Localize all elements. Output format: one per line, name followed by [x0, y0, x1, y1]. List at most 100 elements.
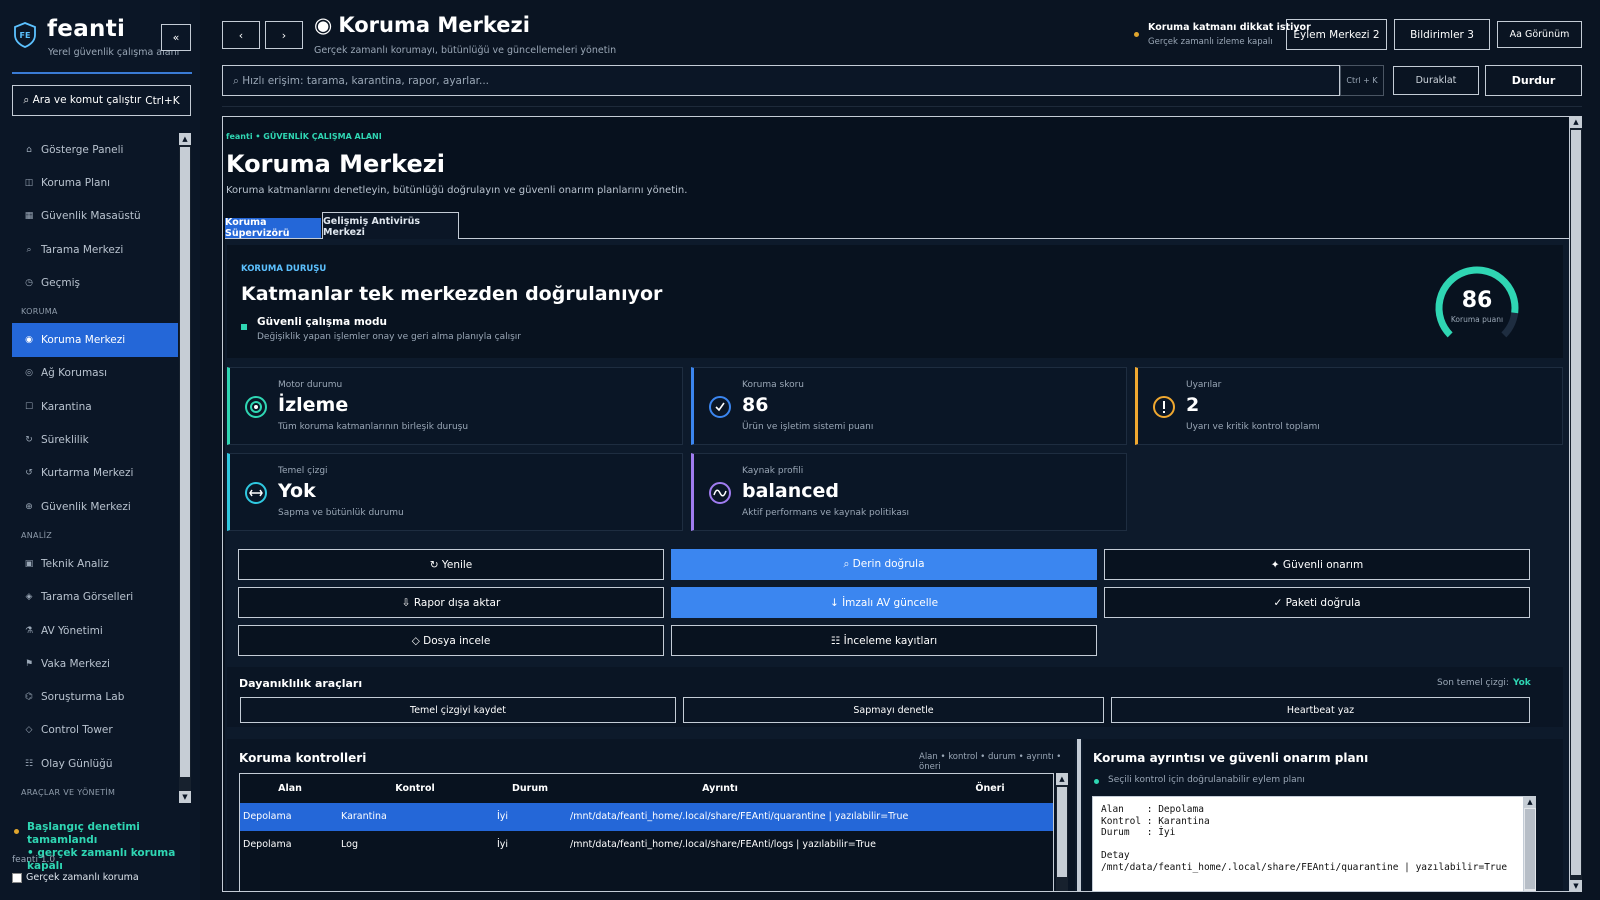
sidebar-item-scan-visuals[interactable]: ◈ Tarama Görselleri — [12, 581, 178, 614]
sidebar-scrollbar[interactable]: ▲ ▼ — [179, 133, 191, 803]
sidebar-item-quarantine[interactable]: ☐ Karantina — [12, 390, 178, 423]
sidebar-item-protection-plan[interactable]: ◫ Koruma Planı — [12, 166, 178, 199]
startup-status: Başlangıç denetimi tamamlandı • gerçek z… — [27, 821, 197, 873]
realtime-protection-checkbox[interactable] — [12, 873, 22, 883]
scroll-up-icon[interactable]: ▲ — [1056, 773, 1068, 785]
sidebar-item-security-desktop[interactable]: ▦ Güvenlik Masaüstü — [12, 200, 178, 233]
sidebar-item-case-center[interactable]: ⚑ Vaka Merkezi — [12, 647, 178, 680]
scroll-thumb[interactable] — [1057, 787, 1067, 877]
metric-label: Uyarılar — [1186, 380, 1222, 390]
pause-button[interactable]: Duraklat — [1393, 66, 1479, 95]
stop-button[interactable]: Durdur — [1485, 65, 1582, 96]
heartbeat-button[interactable]: Heartbeat yaz — [1111, 697, 1530, 723]
review-logs-button[interactable]: ☷ İnceleme kayıtları — [671, 625, 1097, 656]
scroll-thumb[interactable] — [1571, 130, 1581, 875]
inspect-file-button[interactable]: ◇ Dosya incele — [238, 625, 664, 656]
page-description: Koruma katmanlarını denetleyin, bütünlüğ… — [226, 185, 688, 196]
content-scrollbar[interactable]: ▲ ▼ — [1570, 116, 1582, 892]
metric-card-baseline: Temel çizgi Yok Sapma ve bütünlük durumu — [227, 453, 683, 531]
detail-text[interactable]: Alan : Depolama Kontrol : Karantina Duru… — [1092, 796, 1524, 891]
tab-advanced-antivirus[interactable]: Gelişmiş Antivirüs Merkezi — [322, 212, 459, 240]
metric-value: Yok — [278, 480, 316, 502]
sidebar-item-technical-analysis[interactable]: ▣ Teknik Analiz — [12, 547, 178, 580]
sidebar-item-label: Tarama Merkezi — [41, 243, 124, 256]
resilience-title: Dayanıklılık araçları — [239, 677, 363, 690]
sidebar-item-label: Vaka Merkezi — [41, 657, 110, 670]
column-header[interactable]: Durum — [490, 774, 570, 803]
sidebar-item-scan-center[interactable]: ⌕ Tarama Merkezi — [12, 233, 178, 266]
sidebar-item-label: Geçmiş — [41, 276, 80, 289]
check-drift-button[interactable]: Sapmayı denetle — [683, 697, 1104, 723]
scroll-up-icon[interactable]: ▲ — [1524, 796, 1536, 808]
sidebar-item-protection-center[interactable]: ◉ Koruma Merkezi — [12, 323, 178, 357]
scroll-thumb[interactable] — [1525, 809, 1535, 889]
dna-icon: ⚗ — [24, 625, 34, 636]
app-subtitle: Yerel güvenlik çalışma alanı — [48, 47, 180, 58]
scroll-up-icon[interactable]: ▲ — [179, 133, 191, 145]
table-row[interactable]: Depolama Log İyi /mnt/data/feanti_home/.… — [240, 831, 1053, 859]
box-icon: ☐ — [24, 401, 34, 412]
controls-title: Koruma kontrolleri — [239, 751, 367, 765]
scroll-down-icon[interactable]: ▼ — [1570, 880, 1582, 892]
view-button[interactable]: Aa Görünüm — [1497, 21, 1582, 48]
warning-icon — [1153, 396, 1175, 418]
table-scrollbar[interactable]: ▲ — [1056, 773, 1068, 891]
sidebar-item-history[interactable]: ◷ Geçmiş — [12, 266, 178, 299]
export-report-button[interactable]: ⇩ Rapor dışa aktar — [238, 587, 664, 618]
collapse-sidebar-button[interactable]: « — [161, 24, 191, 51]
scroll-down-icon[interactable]: ▼ — [179, 791, 191, 803]
score-label: Koruma puanı — [1450, 315, 1504, 324]
scroll-thumb[interactable] — [180, 147, 190, 777]
tab-protection-supervisor[interactable]: Koruma Süpervizörü — [225, 217, 321, 239]
detail-title: Koruma ayrıntısı ve güvenli onarım planı — [1093, 751, 1369, 765]
table-row[interactable]: Depolama Karantina İyi /mnt/data/feanti_… — [240, 803, 1053, 831]
signed-av-update-button[interactable]: ↓ İmzalı AV güncelle — [671, 587, 1097, 618]
breadcrumb: feanti • GÜVENLİK ÇALIŞMA ALANI — [226, 132, 382, 141]
sidebar-item-recovery-center[interactable]: ↺ Kurtarma Merkezi — [12, 457, 178, 490]
main-content: feanti • GÜVENLİK ÇALIŞMA ALANI Koruma M… — [222, 116, 1570, 892]
command-search-button[interactable]: ⌕ Ara ve komut çalıştır Ctrl+K — [12, 85, 191, 116]
action-center-button[interactable]: Eylem Merkezi 2 — [1286, 19, 1387, 50]
panel-splitter[interactable] — [1077, 739, 1081, 891]
sidebar-item-investigation-lab[interactable]: ⌬ Soruşturma Lab — [12, 680, 178, 713]
sidebar-item-av-management[interactable]: ⚗ AV Yönetimi — [12, 614, 178, 647]
cell-status: İyi — [497, 839, 509, 850]
sidebar-item-security-center[interactable]: ⊕ Güvenlik Merkezi — [12, 490, 178, 523]
tab-panel: KORUMA DURUŞU Katmanlar tek merkezden do… — [225, 239, 1569, 891]
column-header[interactable]: Ayrıntı — [570, 774, 870, 803]
sidebar-item-continuity[interactable]: ↻ Süreklilik — [12, 423, 178, 456]
notifications-button[interactable]: Bildirimler 3 — [1394, 19, 1490, 50]
detail-scrollbar[interactable]: ▲ — [1524, 796, 1536, 891]
sidebar-item-event-log[interactable]: ☷ Olay Günlüğü — [12, 747, 178, 780]
quick-search[interactable] — [222, 65, 1340, 96]
sidebar-section-analysis: ANALİZ — [21, 530, 53, 540]
refresh-button[interactable]: ↻ Yenile — [238, 549, 664, 580]
home-icon: ⌂ — [26, 144, 32, 155]
sidebar-item-label: Soruşturma Lab — [41, 691, 125, 704]
deep-verify-button[interactable]: ⌕ Derin doğrula — [671, 549, 1097, 580]
column-header[interactable]: Kontrol — [340, 774, 490, 803]
cell-status: İyi — [497, 811, 509, 822]
column-header[interactable]: Öneri — [870, 774, 1053, 803]
sidebar-section-protection: KORUMA — [21, 306, 58, 316]
safe-repair-button[interactable]: ✦ Güvenli onarım — [1104, 549, 1530, 580]
sidebar-item-network-protection[interactable]: ◎ Ağ Koruması — [12, 357, 178, 390]
desktop-icon: ▦ — [24, 211, 34, 222]
posture-label: KORUMA DURUŞU — [241, 264, 327, 274]
sidebar-item-control-tower[interactable]: ◇ Control Tower — [12, 714, 178, 747]
profile-icon — [709, 482, 731, 504]
back-button[interactable]: ‹ — [222, 21, 260, 49]
search-input[interactable] — [233, 74, 1283, 87]
scroll-up-icon[interactable]: ▲ — [1570, 116, 1582, 128]
header-subtitle: Gerçek zamanlı korumayı, bütünlüğü ve gü… — [314, 45, 617, 56]
metric-value: 2 — [1186, 394, 1200, 416]
save-baseline-button[interactable]: Temel çizgiyi kaydet — [240, 697, 676, 723]
tower-icon: ◇ — [25, 725, 33, 736]
verify-package-button[interactable]: ✓ Paketi doğrula — [1104, 587, 1530, 618]
column-header[interactable]: Alan — [240, 774, 340, 803]
metric-label: Motor durumu — [278, 380, 343, 390]
app-version: feanti 1.0 — [12, 855, 56, 865]
metric-value: balanced — [742, 480, 840, 502]
forward-button[interactable]: › — [265, 21, 303, 49]
sidebar-item-dashboard[interactable]: ⌂ Gösterge Paneli — [12, 133, 178, 166]
